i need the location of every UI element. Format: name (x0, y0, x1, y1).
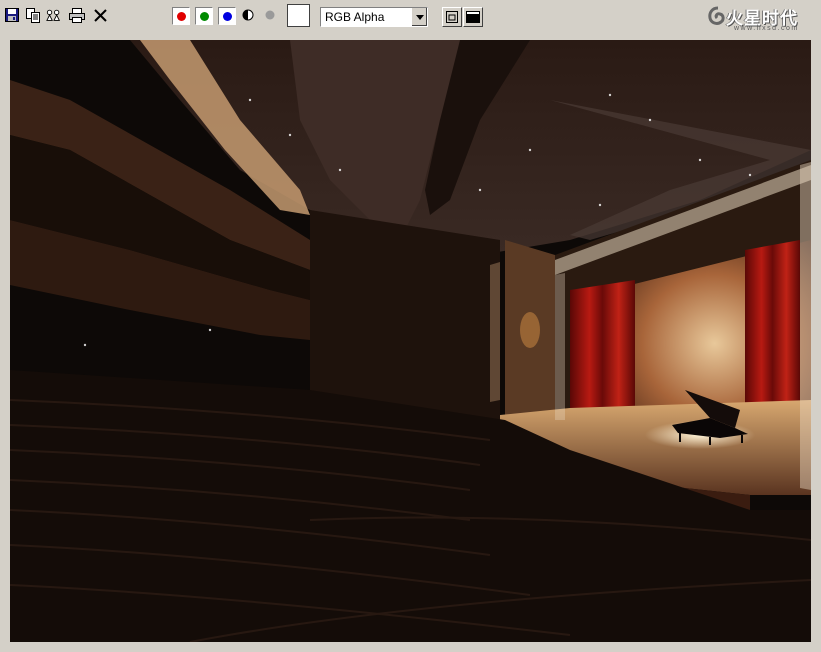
copy-icon[interactable] (25, 7, 41, 23)
restore-frame-button[interactable] (442, 7, 462, 27)
rendered-image (10, 40, 811, 642)
render-frame-window: RGB Alpha 火星时代 www.hxsd.com (0, 0, 821, 652)
render-viewport (10, 40, 811, 642)
print-icon[interactable] (69, 7, 85, 23)
clear-icon[interactable] (92, 7, 108, 23)
monochrome-icon[interactable] (262, 7, 278, 23)
save-icon[interactable] (4, 7, 20, 23)
color-swatch[interactable] (287, 4, 310, 27)
blue-dot-icon (222, 11, 232, 21)
display-channel-select[interactable]: RGB Alpha (320, 7, 428, 27)
window-maximize-icon (466, 11, 480, 23)
frame-toolbar: RGB Alpha 火星时代 www.hxsd.com (0, 0, 821, 33)
green-channel-toggle[interactable] (195, 7, 213, 25)
clone-icon[interactable] (46, 7, 62, 23)
fullscreen-frame-button[interactable] (463, 7, 483, 27)
red-dot-icon (176, 11, 186, 21)
display-channel-value: RGB Alpha (325, 10, 385, 24)
logo-url: www.hxsd.com (734, 25, 799, 32)
blue-channel-toggle[interactable] (218, 7, 236, 25)
green-dot-icon (199, 11, 209, 21)
red-channel-toggle[interactable] (172, 7, 190, 25)
site-logo: 火星时代 www.hxsd.com (704, 3, 816, 35)
window-restore-icon (446, 11, 458, 23)
chevron-down-icon[interactable] (411, 8, 427, 26)
alpha-channel-icon[interactable] (240, 7, 256, 23)
